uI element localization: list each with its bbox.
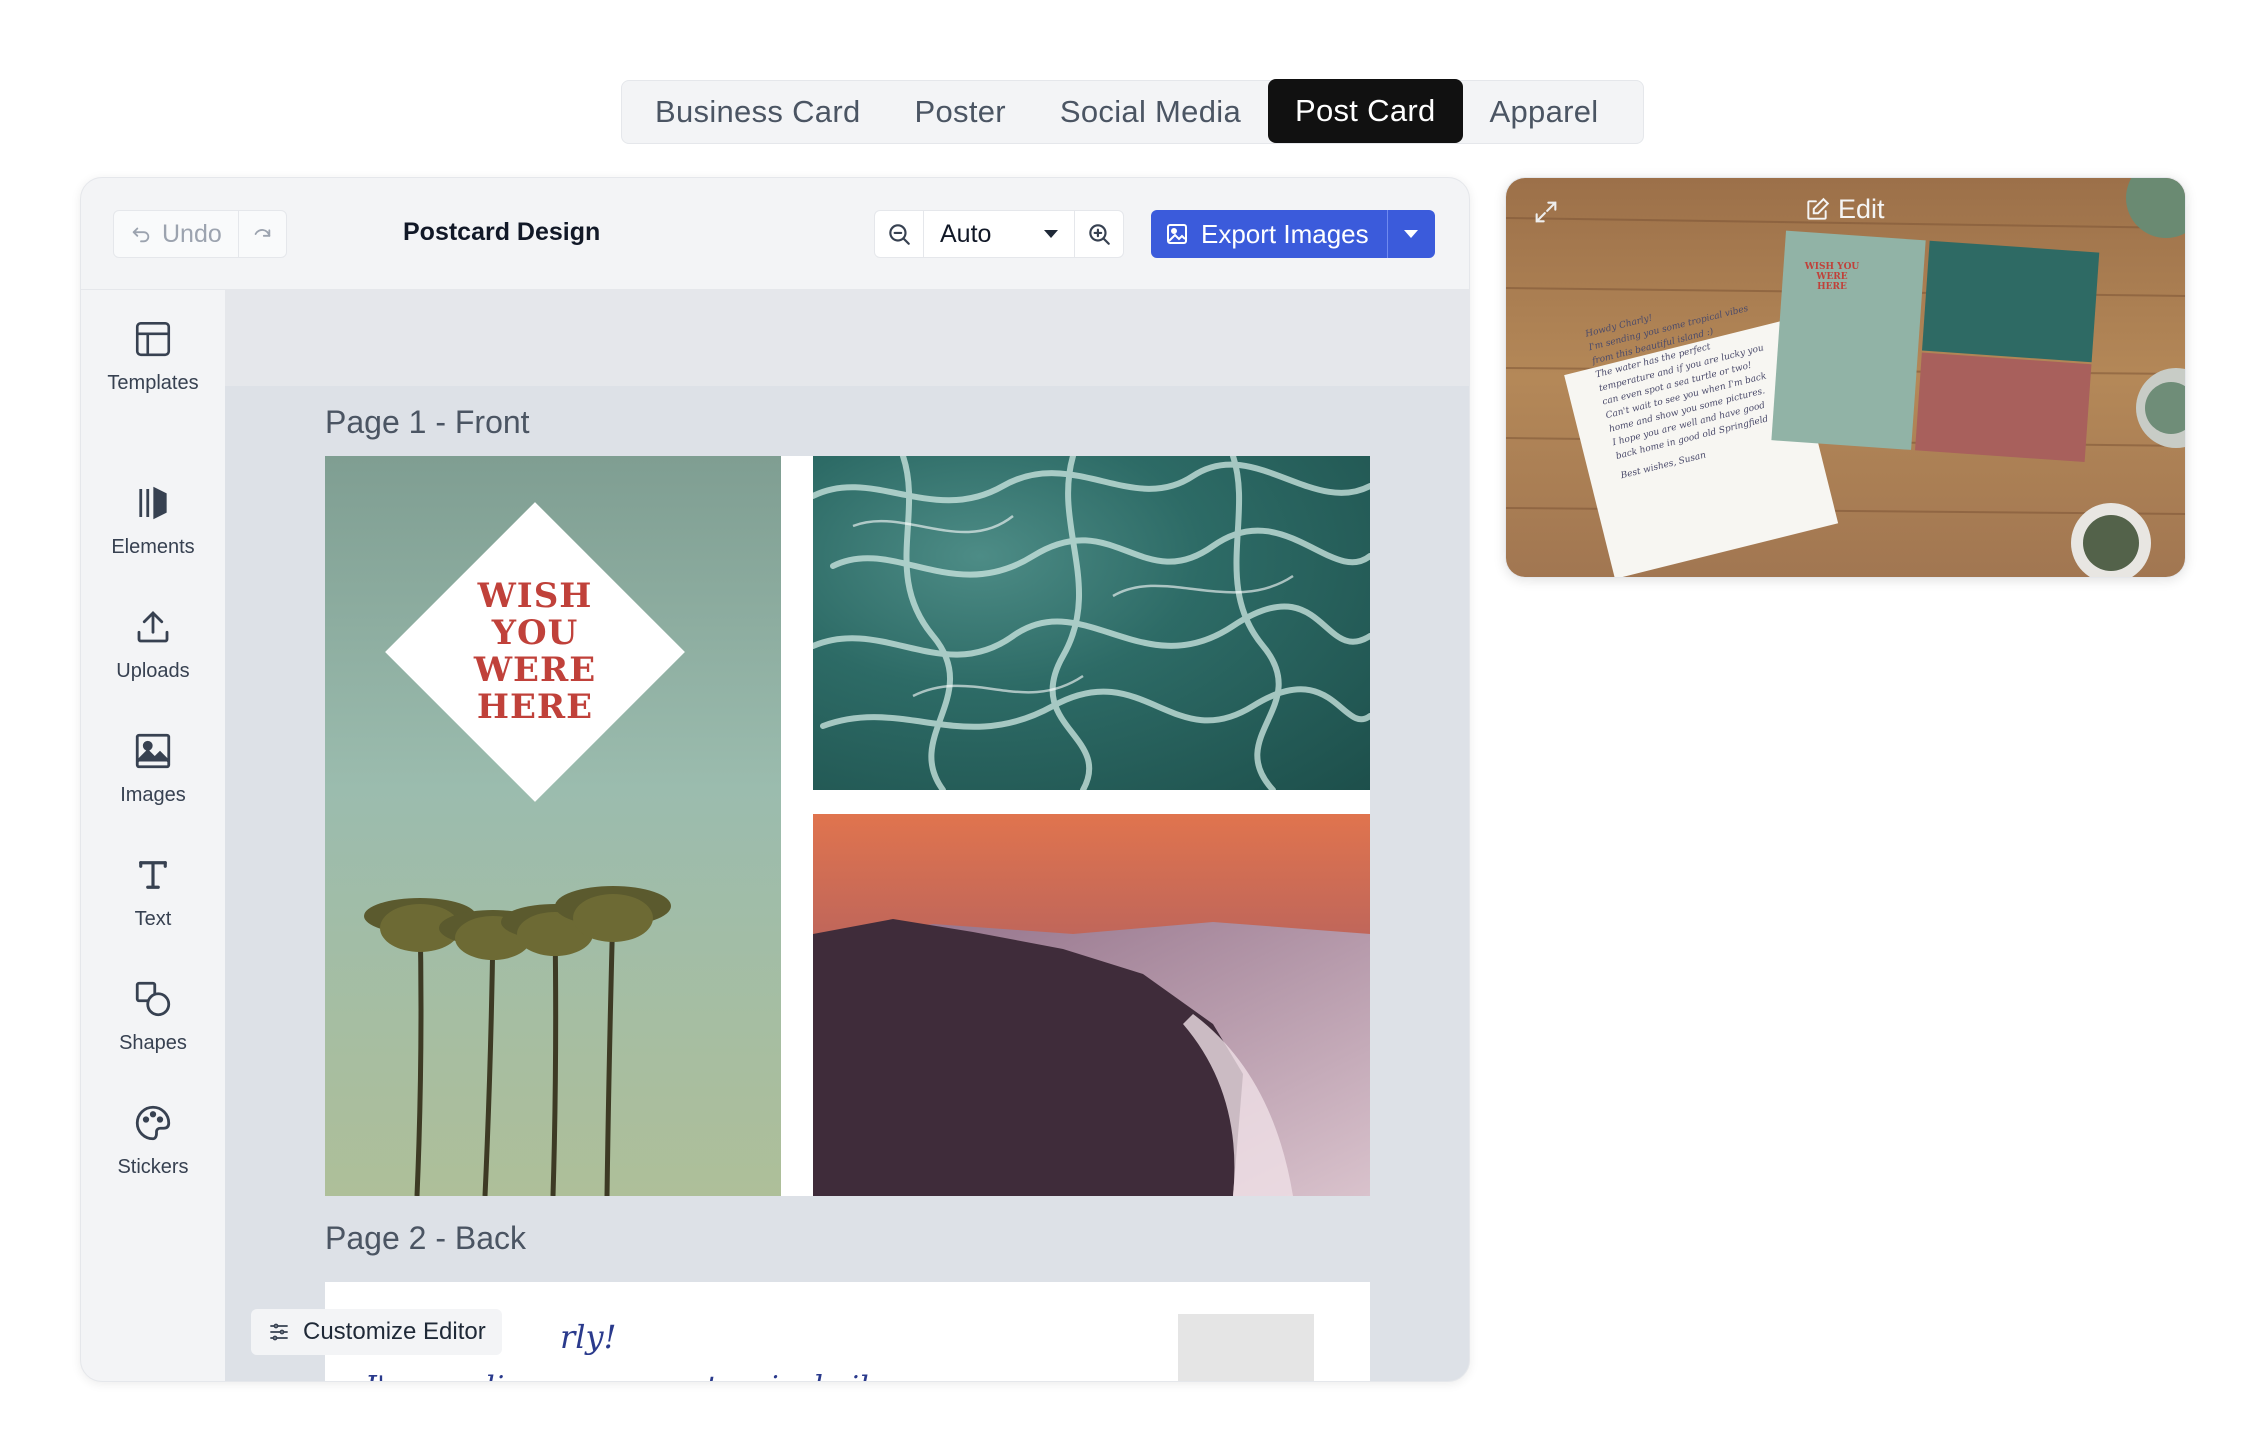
- preview-wish-text: WISH YOU WERE HERE: [1804, 262, 1860, 292]
- zoom-controls: Auto: [874, 210, 1124, 258]
- sidebar-label-uploads: Uploads: [116, 660, 190, 682]
- product-type-tabs: Business Card Poster Social Media Post C…: [621, 79, 1644, 144]
- export-options-button[interactable]: [1386, 210, 1435, 258]
- canvas-header-strip: [225, 290, 1469, 386]
- templates-icon: [135, 321, 171, 357]
- sidebar-label-stickers: Stickers: [117, 1156, 189, 1178]
- tab-poster[interactable]: Poster: [888, 80, 1033, 144]
- sticker-icon: [135, 1105, 171, 1141]
- wish-line: WISH: [477, 576, 593, 616]
- wish-line: WERE: [473, 650, 597, 690]
- tab-post-card[interactable]: Post Card: [1267, 79, 1463, 143]
- sidebar-label-shapes: Shapes: [119, 1032, 187, 1054]
- wish-you-were-here-text[interactable]: WISH YOU WERE HERE: [385, 578, 685, 726]
- sidebar-item-text[interactable]: Text: [81, 854, 225, 931]
- editor-window: Undo Postcard Design Auto Export Images: [80, 177, 1470, 1382]
- redo-button[interactable]: [237, 211, 286, 257]
- sunset-beach-photo[interactable]: [813, 814, 1370, 1196]
- image-icon: [135, 733, 171, 769]
- page-2-label: Page 2 - Back: [325, 1220, 526, 1256]
- undo-label: Undo: [162, 219, 222, 248]
- stamp-placeholder[interactable]: [1178, 1314, 1314, 1381]
- tab-social-media[interactable]: Social Media: [1033, 80, 1268, 144]
- undo-button[interactable]: Undo: [114, 211, 238, 257]
- wish-line: HERE: [476, 687, 594, 727]
- redo-icon: [254, 229, 271, 237]
- sliders-icon: [270, 1323, 288, 1341]
- expand-icon: [1535, 201, 1557, 223]
- elements-icon: [139, 486, 167, 520]
- upload-icon: [137, 611, 169, 643]
- design-canvas[interactable]: Page 1 - Front WISH YOU WERE HERE Page 2…: [225, 290, 1469, 1381]
- zoom-select[interactable]: Auto: [923, 211, 1075, 257]
- export-group: Export Images: [1151, 210, 1435, 258]
- sidebar-item-elements[interactable]: Elements: [81, 482, 225, 559]
- tab-apparel[interactable]: Apparel: [1463, 80, 1626, 144]
- image-icon: [1167, 224, 1187, 244]
- undo-redo-group: Undo: [113, 210, 287, 258]
- wish-line: YOU: [491, 613, 579, 653]
- expand-preview-button[interactable]: [1532, 198, 1560, 231]
- pool-water-photo[interactable]: [813, 456, 1370, 790]
- sidebar-item-images[interactable]: Images: [81, 730, 225, 807]
- chevron-down-icon: [1404, 230, 1419, 238]
- sunset-beach-illustration: [813, 814, 1370, 1196]
- zoom-out-icon: [889, 224, 910, 245]
- postcard-front-page[interactable]: WISH YOU WERE HERE: [325, 456, 1370, 1196]
- sidebar-label-templates: Templates: [107, 372, 199, 394]
- tool-sidebar: Templates Elements Uploads Images Text S…: [81, 290, 225, 1381]
- undo-icon: [132, 227, 150, 243]
- export-label: Export Images: [1201, 218, 1369, 249]
- sidebar-item-stickers[interactable]: Stickers: [81, 1102, 225, 1179]
- tab-business-card[interactable]: Business Card: [628, 80, 888, 144]
- shapes-icon: [135, 981, 171, 1017]
- page-1-label: Page 1 - Front: [325, 404, 530, 440]
- customize-editor-label: Customize Editor: [303, 1318, 486, 1345]
- editor-toolbar: Undo Postcard Design Auto Export Images: [81, 178, 1469, 290]
- greeting-text[interactable]: rly!: [560, 1318, 616, 1356]
- chevron-down-icon: [1044, 230, 1058, 238]
- sidebar-label-text: Text: [134, 908, 172, 930]
- sidebar-label-elements: Elements: [111, 536, 195, 558]
- zoom-out-button[interactable]: [875, 211, 923, 257]
- text-icon: [139, 861, 167, 889]
- sidebar-item-shapes[interactable]: Shapes: [81, 978, 225, 1055]
- customize-editor-button[interactable]: Customize Editor: [251, 1309, 502, 1355]
- message-text[interactable]: I'm sending you some tropical vibes: [365, 1370, 911, 1381]
- export-images-button[interactable]: Export Images: [1151, 210, 1387, 258]
- sidebar-label-images: Images: [120, 784, 186, 806]
- edit-label-text: Edit: [1838, 194, 1885, 224]
- zoom-value: Auto: [940, 219, 992, 248]
- sidebar-item-uploads[interactable]: Uploads: [81, 606, 225, 683]
- document-title: Postcard Design: [403, 218, 601, 246]
- zoom-in-button[interactable]: [1075, 211, 1123, 257]
- sidebar-item-templates[interactable]: Templates: [81, 318, 225, 395]
- water-caustics: [813, 456, 1370, 790]
- zoom-in-icon: [1089, 224, 1110, 245]
- palm-trees-illustration: [364, 886, 671, 1196]
- mockup-preview[interactable]: WISH YOU WERE HERE Howdy Charly! I'm sen…: [1505, 177, 2186, 578]
- edit-preview-button[interactable]: Edit: [1804, 194, 1885, 225]
- edit-icon: [1807, 197, 1830, 220]
- palm-tree-photo[interactable]: WISH YOU WERE HERE: [325, 456, 781, 1196]
